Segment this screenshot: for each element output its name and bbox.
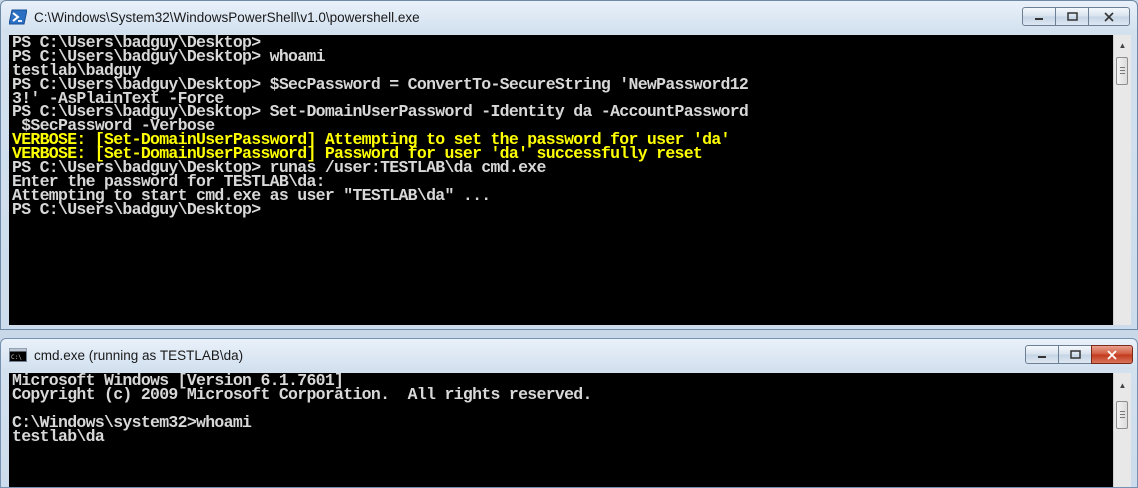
powershell-titlebar[interactable]: C:\Windows\System32\WindowsPowerShell\v1… [1, 1, 1137, 35]
maximize-button[interactable] [1058, 345, 1092, 364]
console-line: testlab\da [12, 426, 105, 446]
cmd-console[interactable]: Microsoft Windows [Version 6.1.7601] Copy… [9, 373, 1131, 487]
cmd-icon: C:\ [9, 348, 27, 362]
powershell-window-title: C:\Windows\System32\WindowsPowerShell\v1… [34, 10, 420, 25]
scroll-up-arrow-icon[interactable]: ▲ [1114, 37, 1131, 54]
cmd-window: C:\ cmd.exe (running as TESTLAB\da) Micr… [0, 338, 1138, 488]
maximize-icon [1066, 12, 1078, 21]
scrollbar-thumb[interactable] [1116, 401, 1128, 429]
maximize-button[interactable] [1055, 7, 1089, 26]
cmd-window-title: cmd.exe (running as TESTLAB\da) [34, 348, 244, 363]
svg-text:C:\: C:\ [11, 354, 22, 361]
close-icon [1107, 349, 1117, 360]
powershell-scrollbar[interactable]: ▲ [1113, 35, 1131, 325]
minimize-button[interactable] [1022, 7, 1056, 26]
powershell-console-output: PS C:\Users\badguy\Desktop> PS C:\Users\b… [12, 35, 749, 217]
powershell-console[interactable]: PS C:\Users\badguy\Desktop> PS C:\Users\b… [9, 35, 1131, 325]
cmd-titlebar[interactable]: C:\ cmd.exe (running as TESTLAB\da) [1, 339, 1137, 373]
powershell-icon [9, 9, 27, 25]
close-icon [1104, 11, 1114, 22]
scroll-up-arrow-icon[interactable]: ▲ [1114, 377, 1131, 394]
powershell-window: C:\Windows\System32\WindowsPowerShell\v1… [0, 0, 1138, 330]
scrollbar-thumb[interactable] [1116, 57, 1128, 85]
close-button[interactable] [1091, 345, 1133, 364]
minimize-button[interactable] [1025, 345, 1059, 364]
close-button[interactable] [1088, 7, 1130, 26]
cmd-console-output: Microsoft Windows [Version 6.1.7601] Copy… [12, 373, 592, 446]
minimize-icon [1038, 355, 1046, 358]
cmd-scrollbar[interactable]: ▲ [1113, 373, 1131, 487]
maximize-icon [1069, 350, 1081, 359]
console-line: Copyright (c) 2009 Microsoft Corporation… [12, 384, 592, 404]
minimize-icon [1035, 17, 1043, 20]
